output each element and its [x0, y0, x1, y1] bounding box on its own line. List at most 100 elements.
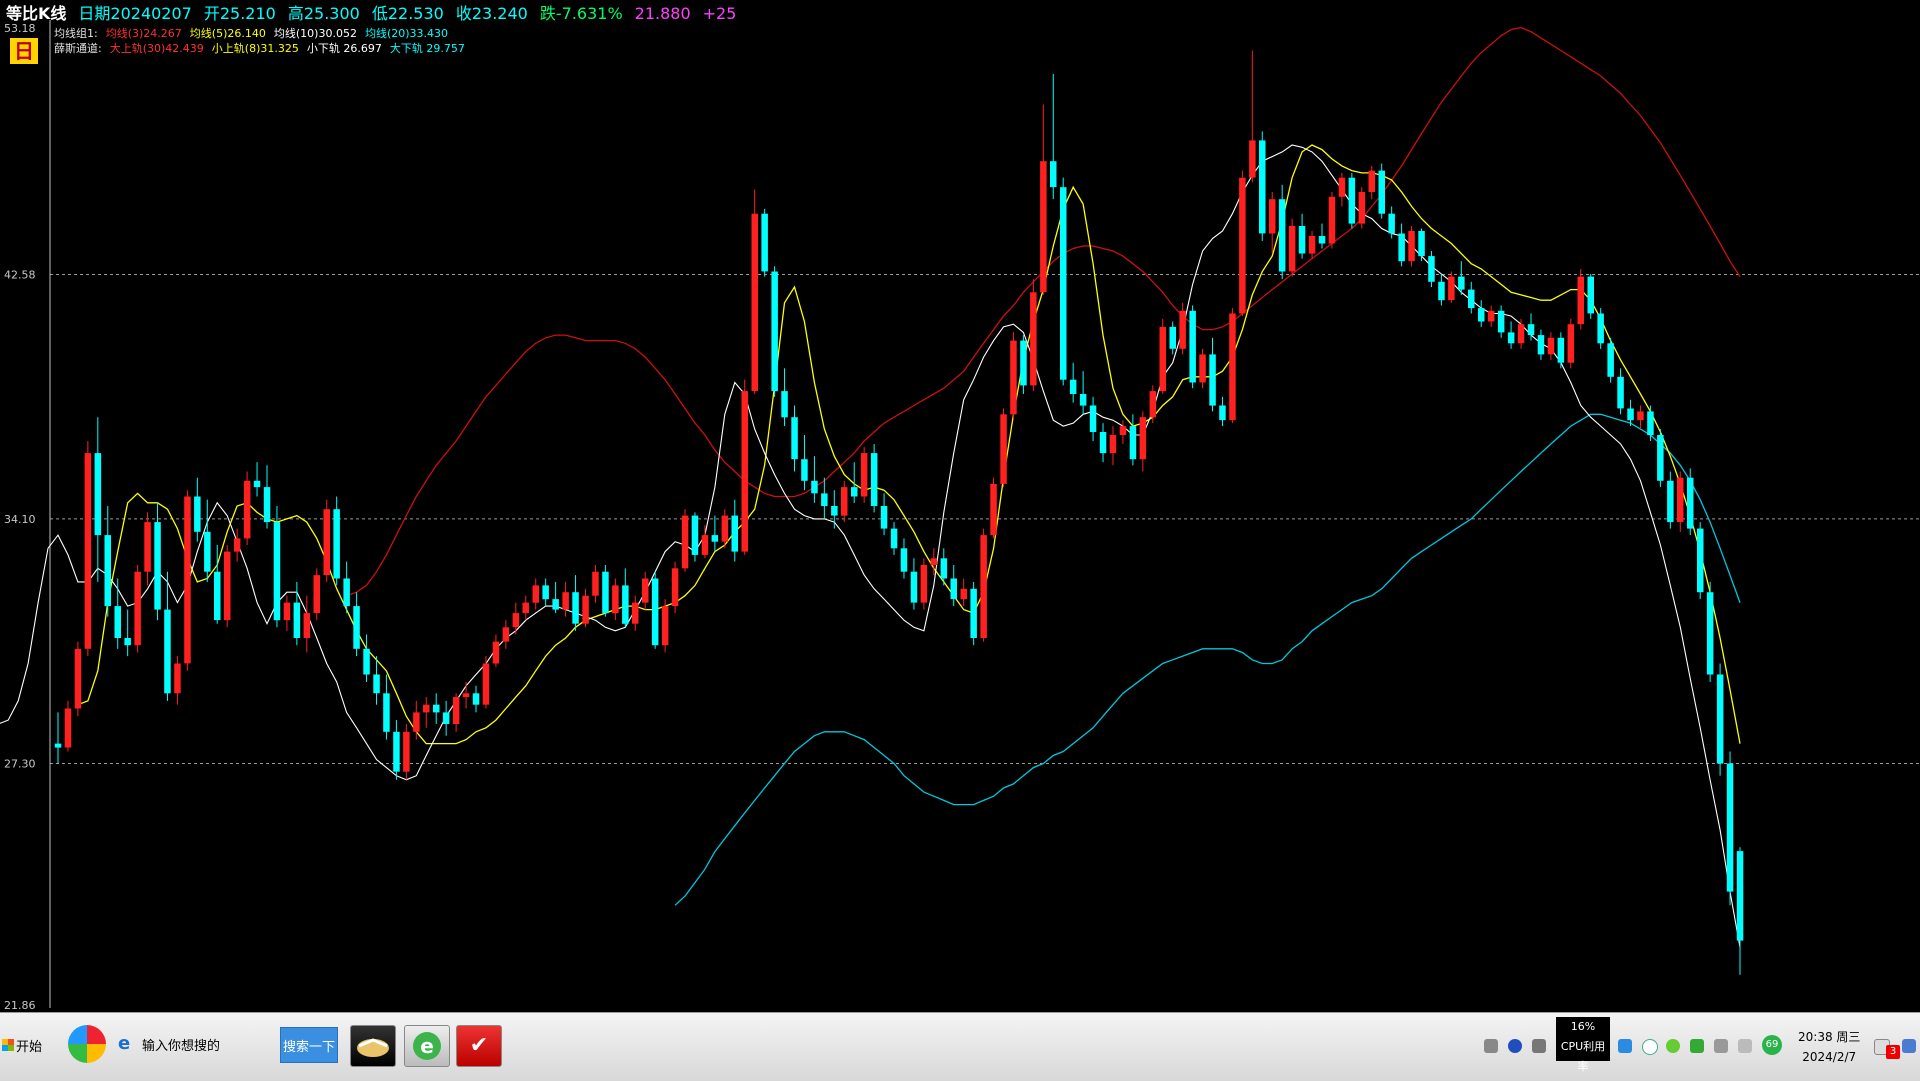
candle-body-125 [1298, 226, 1306, 254]
browser-logo-icon[interactable] [68, 1025, 106, 1063]
candle-body-147 [1517, 324, 1525, 344]
candle-body-52 [572, 592, 579, 624]
clock[interactable]: 20:38 周三 2024/2/7 [1798, 1027, 1860, 1067]
e-browser-icon: e [413, 1032, 441, 1060]
candle-body-7 [124, 638, 131, 646]
candle-body-126 [1308, 236, 1316, 254]
period-badge-daily[interactable]: 日 [10, 38, 38, 64]
candle-body-163 [1677, 477, 1684, 523]
candle-body-19 [243, 480, 251, 539]
candle-body-105 [1099, 432, 1107, 454]
volume-icon[interactable] [1738, 1039, 1752, 1053]
candle-body-68 [731, 515, 738, 552]
candle-body-69 [741, 391, 748, 552]
change-percent: 跌-7.631% [539, 4, 623, 23]
ma20-legend: 均线(20)33.430 [364, 27, 449, 40]
search-button[interactable]: 搜索一下 [280, 1027, 338, 1063]
candle-body-140 [1448, 276, 1455, 301]
candle-body-85 [900, 548, 908, 572]
lower-small-legend: 小下轨 26.697 [306, 42, 382, 55]
candle-body-26 [313, 575, 320, 614]
candle-body-36 [413, 712, 420, 732]
shield-icon[interactable] [1690, 1039, 1704, 1053]
candle-body-48 [532, 585, 539, 603]
candle-body-31 [363, 648, 370, 675]
help-icon[interactable] [1508, 1039, 1522, 1053]
candle-body-0 [54, 743, 62, 748]
candle-body-119 [1239, 177, 1246, 314]
candle-body-93 [980, 535, 987, 638]
candle-body-42 [472, 693, 480, 705]
candle-body-74 [791, 417, 798, 460]
extra-count: +25 [702, 4, 737, 23]
candlestick-chart[interactable]: 53.1842.5834.1027.3021.86 [0, 0, 1920, 1012]
ma3-line [0, 144, 1741, 948]
candle-body-162 [1667, 480, 1674, 523]
show-desktop-icon[interactable] [1902, 1039, 1916, 1053]
ma-legend: 均线组1: 均线(3)24.267 均线(5)26.140 均线(10)30.052 均… [54, 25, 456, 41]
candle-body-20 [253, 480, 261, 488]
candle-body-108 [1129, 426, 1137, 460]
candle-body-9 [144, 522, 151, 572]
candle-body-77 [821, 493, 828, 507]
start-label: 开始 [16, 1039, 43, 1055]
cpu-monitor: 16% CPU利用率 [1556, 1017, 1610, 1073]
candle-body-11 [164, 609, 171, 694]
candle-body-149 [1537, 335, 1545, 355]
candle-body-90 [950, 578, 957, 600]
search-input[interactable]: 输入你想搜的 [142, 1035, 220, 1054]
windows-flag-icon [2, 1039, 14, 1051]
candle-body-154 [1587, 276, 1594, 314]
candle-body-145 [1497, 310, 1505, 333]
plus-icon[interactable] [1666, 1039, 1680, 1053]
candle-body-32 [373, 674, 380, 694]
bar-date: 日期20240207 [78, 4, 192, 23]
candle-body-142 [1468, 289, 1475, 309]
candle-body-8 [134, 571, 141, 646]
candle-body-59 [642, 578, 649, 603]
candle-body-148 [1527, 324, 1535, 336]
candle-body-128 [1328, 196, 1336, 244]
browser-app-icon[interactable]: e [404, 1025, 450, 1067]
candle-body-80 [851, 487, 858, 497]
handshake-icon [357, 1038, 389, 1057]
trading-app-icon[interactable]: ✔ [456, 1025, 502, 1067]
candle-body-47 [522, 602, 529, 614]
candle-body-27 [323, 509, 330, 576]
candle-body-62 [671, 568, 679, 607]
candle-body-151 [1557, 337, 1565, 363]
candle-body-95 [1000, 414, 1007, 484]
y-axis: 53.1842.5834.1027.3021.86 [4, 20, 51, 1012]
notification-count: 3 [1886, 1045, 1900, 1059]
candle-body-86 [910, 571, 918, 603]
candle-body-113 [1179, 310, 1186, 349]
tray-expand-icon[interactable] [1532, 1039, 1546, 1053]
google-icon[interactable] [1642, 1039, 1658, 1055]
clock-time: 20:38 周三 [1798, 1030, 1861, 1044]
candle-body-104 [1089, 405, 1097, 432]
y-tick-label-1: 42.58 [4, 269, 36, 282]
candle-body-135 [1398, 233, 1405, 262]
candle-body-121 [1259, 140, 1266, 234]
candle-body-167 [1716, 674, 1724, 764]
candle-body-160 [1647, 411, 1654, 436]
start-button[interactable]: 开始 [2, 1021, 50, 1069]
candle-body-164 [1687, 477, 1694, 529]
network-icon[interactable] [1618, 1039, 1632, 1053]
candles [54, 50, 1744, 975]
candle-body-10 [154, 522, 161, 610]
candle-body-92 [970, 588, 977, 638]
candle-body-28 [333, 509, 340, 579]
candle-body-70 [751, 213, 758, 391]
handshake-app-icon[interactable] [350, 1025, 396, 1067]
monitor-icon[interactable] [1714, 1039, 1728, 1053]
candle-body-122 [1269, 199, 1276, 234]
security-score-icon[interactable]: 69 [1762, 1035, 1782, 1055]
candle-body-35 [403, 731, 410, 772]
candle-body-30 [353, 606, 360, 649]
keyboard-icon[interactable] [1484, 1039, 1498, 1053]
candle-body-5 [104, 535, 111, 607]
candle-body-146 [1507, 332, 1515, 344]
candle-body-137 [1418, 231, 1425, 257]
candle-body-67 [721, 515, 729, 542]
